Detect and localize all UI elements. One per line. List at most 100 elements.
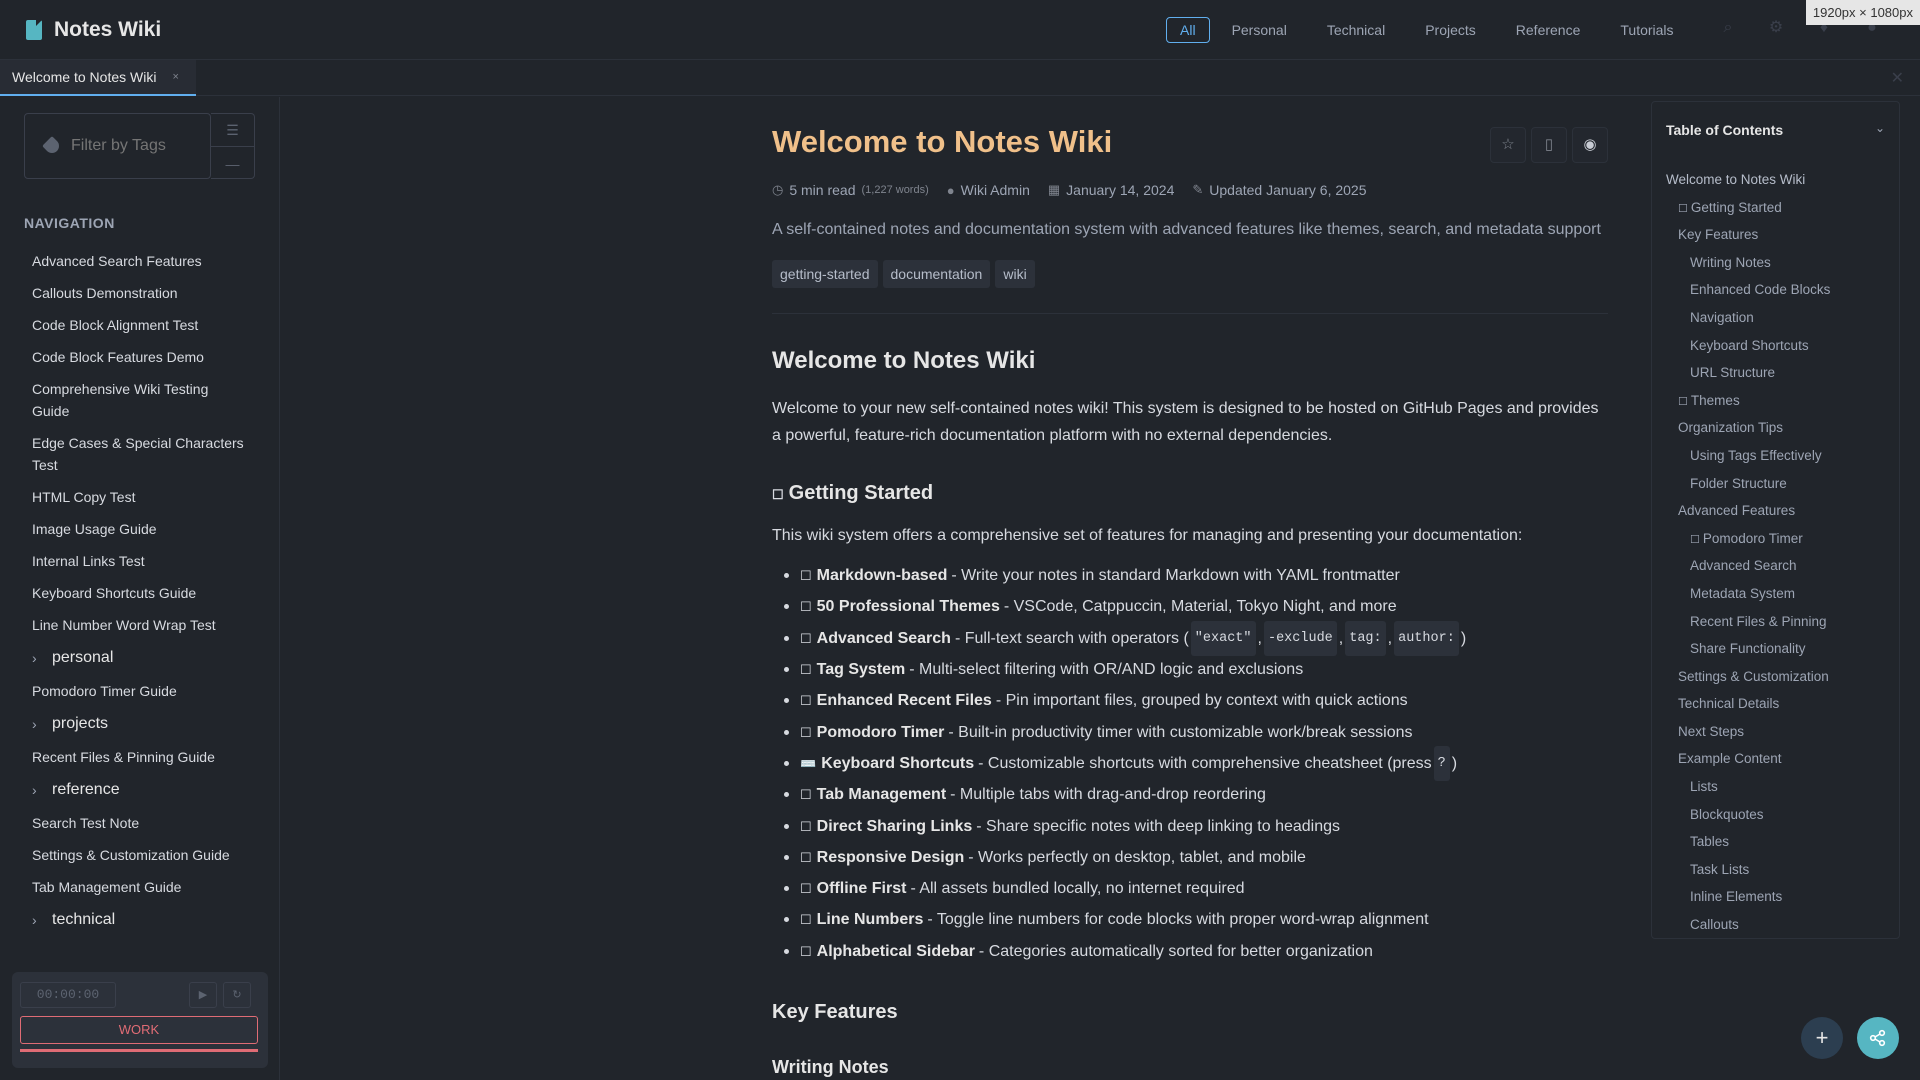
- toc-item[interactable]: Enhanced Code Blocks: [1666, 279, 1891, 307]
- toc-item-label: Lists: [1690, 779, 1718, 795]
- toc-item[interactable]: Metadata System: [1666, 583, 1891, 611]
- nav-item[interactable]: Code Block Alignment Test: [24, 309, 256, 341]
- toc-item[interactable]: Tables: [1666, 831, 1891, 859]
- viewport-badge: 1920px × 1080px: [1805, 0, 1920, 25]
- title-actions: ☆ ▯ ◉: [1485, 127, 1608, 163]
- nav-item[interactable]: Edge Cases & Special Characters Test: [24, 427, 256, 481]
- toc-item[interactable]: Welcome to Notes Wiki: [1666, 169, 1891, 197]
- feature-item: ☐ Advanced Search - Full-text search with …: [784, 620, 1608, 656]
- tag-chip[interactable]: wiki: [995, 260, 1035, 288]
- toc-item[interactable]: Recent Files & Pinning: [1666, 611, 1891, 639]
- emoji-box-icon: ☐: [800, 662, 812, 678]
- reset-icon[interactable]: ↻: [223, 982, 251, 1008]
- toc-item[interactable]: Keyboard Shortcuts: [1666, 335, 1891, 363]
- toc-item[interactable]: Blockquotes: [1666, 804, 1891, 832]
- feature-tail: ): [1460, 629, 1467, 647]
- close-all-icon[interactable]: ✕: [1891, 68, 1904, 88]
- toc-item[interactable]: Settings & Customization: [1666, 666, 1891, 694]
- tag-chip[interactable]: getting-started: [772, 260, 878, 288]
- bookmark-icon[interactable]: ▯: [1531, 127, 1567, 163]
- toc-item[interactable]: ☐ Themes: [1666, 390, 1891, 418]
- menu-icon[interactable]: ☰: [211, 114, 254, 147]
- tag-filter[interactable]: [24, 113, 211, 179]
- toc-item[interactable]: Advanced Search: [1666, 555, 1891, 583]
- tag-chip[interactable]: documentation: [882, 260, 991, 288]
- pomodoro-time: 00:00:00: [20, 982, 116, 1008]
- nav-item[interactable]: Line Number Word Wrap Test: [24, 609, 256, 641]
- nav-item[interactable]: Pomodoro Timer Guide: [24, 675, 256, 707]
- nav-item[interactable]: Callouts Demonstration: [24, 277, 256, 309]
- inline-code: author:: [1394, 620, 1459, 656]
- close-icon[interactable]: ×: [172, 71, 178, 83]
- nav-folder-technical[interactable]: › technical: [24, 903, 256, 937]
- category-personal[interactable]: Personal: [1221, 17, 1298, 43]
- tab-welcome[interactable]: Welcome to Notes Wiki ×: [0, 60, 196, 96]
- nav-item[interactable]: Recent Files & Pinning Guide: [24, 741, 256, 773]
- play-icon[interactable]: ▶: [189, 982, 217, 1008]
- nav-item[interactable]: HTML Copy Test: [24, 481, 256, 513]
- nav-folder-projects[interactable]: › projects: [24, 707, 256, 741]
- pomodoro-mode-button[interactable]: WORK: [20, 1016, 258, 1044]
- toc-item[interactable]: Advanced Features: [1666, 500, 1891, 528]
- collapse-icon[interactable]: —: [211, 147, 254, 180]
- nav-item[interactable]: Comprehensive Wiki Testing Guide: [24, 373, 256, 427]
- bullet: [784, 917, 789, 923]
- date-text: January 14, 2024: [1066, 182, 1175, 198]
- nav-item[interactable]: Code Block Features Demo: [24, 341, 256, 373]
- toc-item[interactable]: Key Features: [1666, 224, 1891, 252]
- toc-item[interactable]: Example Content: [1666, 748, 1891, 776]
- tag-filter-input[interactable]: [71, 137, 201, 155]
- toc-item-label: Welcome to Notes Wiki: [1666, 172, 1806, 187]
- category-all[interactable]: All: [1166, 17, 1210, 43]
- category-technical[interactable]: Technical: [1316, 17, 1396, 43]
- toc-item[interactable]: Using Tags Effectively: [1666, 445, 1891, 473]
- category-projects[interactable]: Projects: [1414, 17, 1487, 43]
- nav-item[interactable]: Keyboard Shortcuts Guide: [24, 577, 256, 609]
- star-icon[interactable]: ☆: [1490, 127, 1526, 163]
- toc-item[interactable]: Inline Elements: [1666, 886, 1891, 914]
- toc-item[interactable]: Lists: [1666, 776, 1891, 804]
- category-tutorials[interactable]: Tutorials: [1609, 17, 1684, 43]
- toc-item[interactable]: Next Steps: [1666, 721, 1891, 749]
- add-note-button[interactable]: +: [1801, 1017, 1843, 1059]
- toc-item[interactable]: Technical Details: [1666, 693, 1891, 721]
- feature-name: Markdown-based: [816, 567, 948, 585]
- toc-item-label: URL Structure: [1690, 365, 1776, 381]
- nav-folder-reference[interactable]: › reference: [24, 773, 256, 807]
- chevron-down-icon[interactable]: ⌄: [1875, 121, 1885, 135]
- category-nav: All Personal Technical Projects Referenc…: [1166, 17, 1703, 43]
- nav-item[interactable]: Settings & Customization Guide: [24, 839, 256, 871]
- toc-item[interactable]: URL Structure: [1666, 362, 1891, 390]
- toc-item[interactable]: Folder Structure: [1666, 473, 1891, 501]
- search-icon[interactable]: ⌕: [1718, 18, 1738, 38]
- nav-folder-personal[interactable]: › personal: [24, 641, 256, 675]
- toc-item[interactable]: ☐ Pomodoro Timer: [1666, 528, 1891, 556]
- feature-desc: - Full-text search with operators (: [954, 629, 1189, 647]
- toc-item[interactable]: Callouts: [1666, 914, 1891, 942]
- nav-item[interactable]: Image Usage Guide: [24, 513, 256, 545]
- settings-icon[interactable]: ⚙: [1766, 18, 1786, 38]
- nav-item[interactable]: Search Test Note: [24, 807, 256, 839]
- eye-icon[interactable]: ◉: [1572, 127, 1608, 163]
- category-reference[interactable]: Reference: [1505, 17, 1592, 43]
- inline-code: tag:: [1345, 620, 1386, 656]
- emoji-box-icon: ☐: [1690, 533, 1703, 546]
- bullet: [784, 635, 789, 641]
- nav-item[interactable]: Tab Management Guide: [24, 871, 256, 903]
- feature-desc: - Multiple tabs with drag-and-drop reord…: [950, 786, 1266, 804]
- toc-item[interactable]: Task Lists: [1666, 859, 1891, 887]
- chevron-right-icon: ›: [32, 716, 37, 732]
- toc-item[interactable]: Share Functionality: [1666, 638, 1891, 666]
- nav-item[interactable]: Advanced Search Features: [24, 245, 256, 277]
- brand[interactable]: Notes Wiki: [26, 18, 161, 42]
- toc-item[interactable]: Navigation: [1666, 307, 1891, 335]
- bullet: [784, 760, 789, 766]
- toc-item[interactable]: Writing Notes: [1666, 252, 1891, 280]
- toc-item[interactable]: ☐ Getting Started: [1666, 197, 1891, 225]
- nav-item[interactable]: Internal Links Test: [24, 545, 256, 577]
- toc-item-label: Themes: [1690, 392, 1740, 408]
- toc-item[interactable]: Organization Tips: [1666, 417, 1891, 445]
- toc-item-label: Technical Details: [1678, 696, 1780, 712]
- feature-name: Alphabetical Sidebar: [816, 942, 975, 960]
- share-button[interactable]: [1857, 1017, 1899, 1059]
